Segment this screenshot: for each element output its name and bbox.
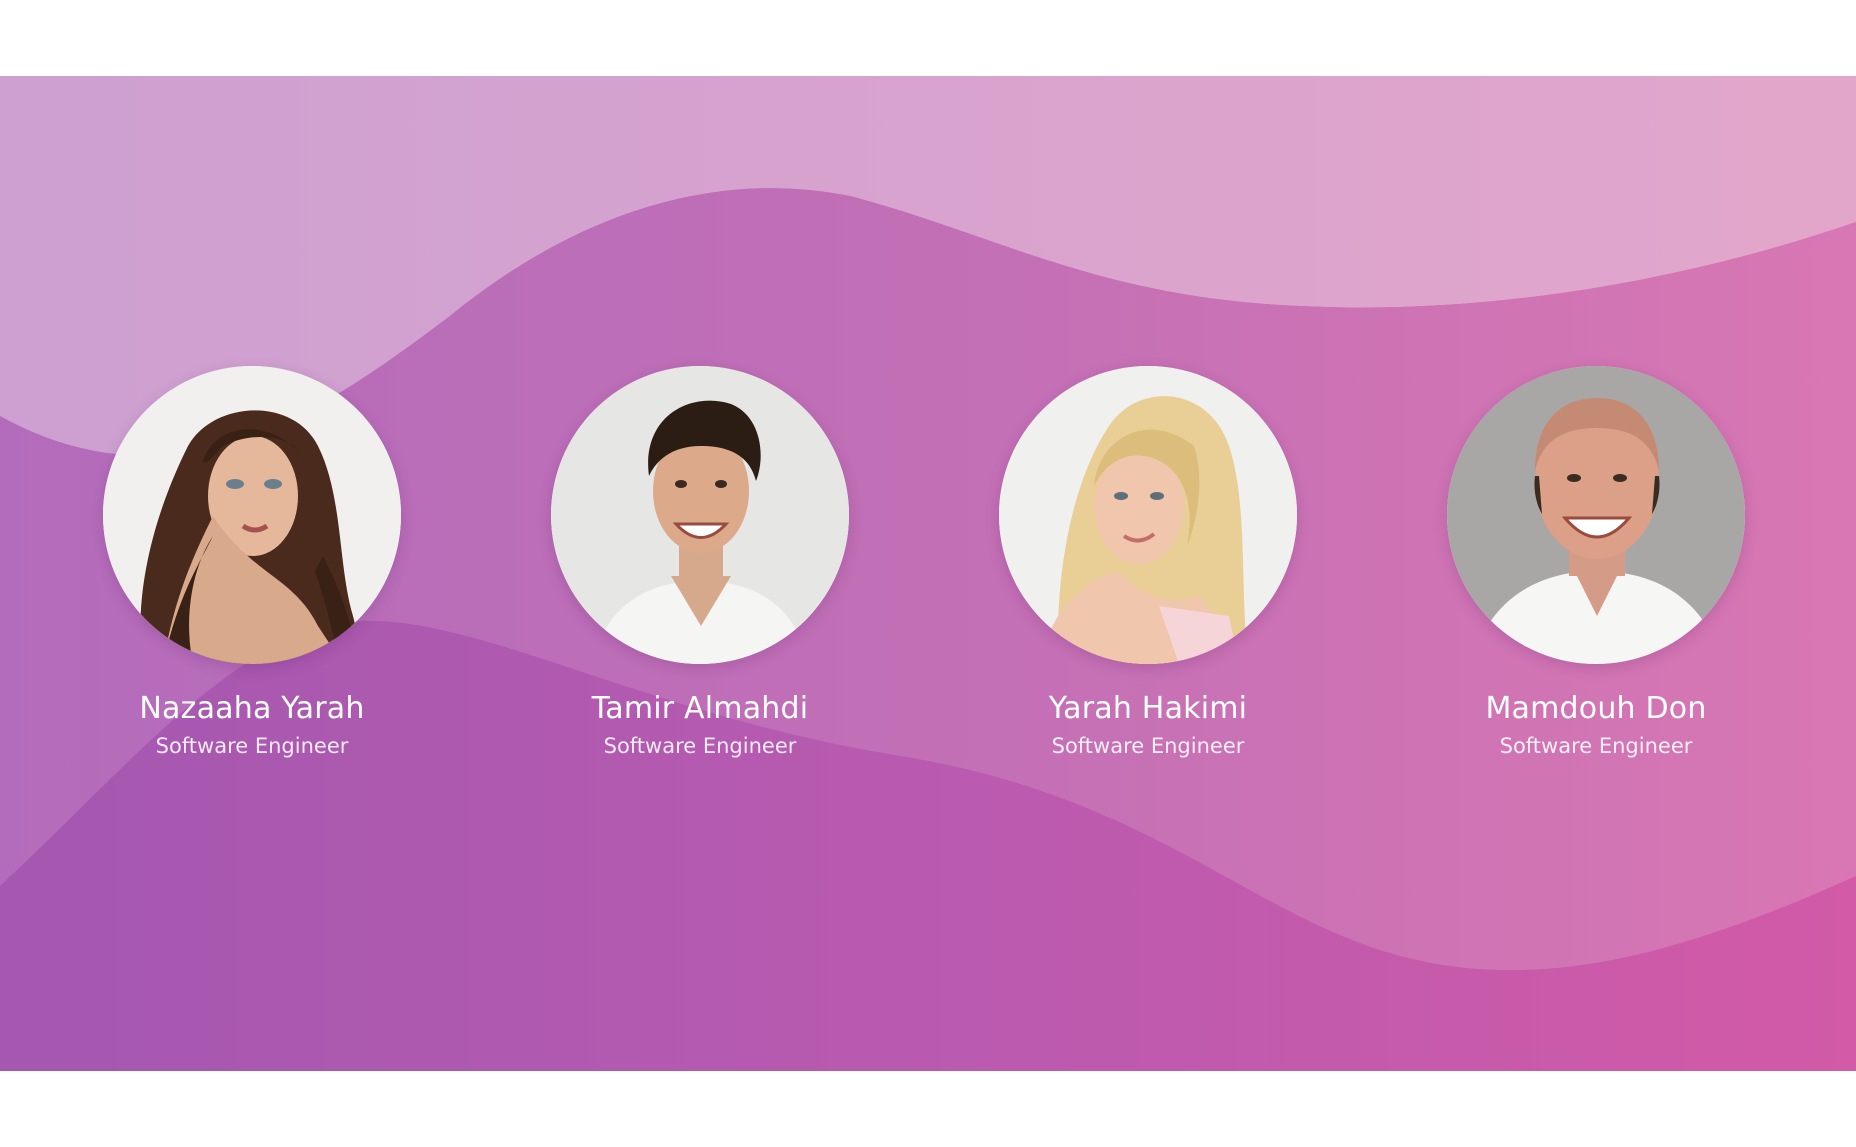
member-role: Software Engineer <box>603 734 797 758</box>
team-member-card: Tamir Almahdi Software Engineer <box>520 366 880 760</box>
man-smiling-portrait-icon <box>551 366 849 664</box>
woman-blonde-portrait-icon <box>999 366 1297 664</box>
member-role: Software Engineer <box>1051 734 1245 758</box>
man-bald-portrait-icon <box>1447 366 1745 664</box>
page: Nazaaha Yarah Software Engineer Tamir Al… <box>0 0 1856 1147</box>
team-member-photo <box>999 366 1297 664</box>
team-member-card: Mamdouh Don Software Engineer <box>1416 366 1776 760</box>
team-member-photo <box>1447 366 1745 664</box>
member-role: Software Engineer <box>155 734 349 758</box>
team-member-card: Yarah Hakimi Software Engineer <box>968 366 1328 760</box>
team-member-photo <box>551 366 849 664</box>
member-name: Mamdouh Don <box>1485 691 1707 726</box>
member-name: Yarah Hakimi <box>1048 691 1248 726</box>
member-name: Nazaaha Yarah <box>139 691 365 726</box>
member-name: Tamir Almahdi <box>591 691 809 726</box>
member-role: Software Engineer <box>1499 734 1693 758</box>
team-member-photo <box>103 366 401 664</box>
team-section: Nazaaha Yarah Software Engineer Tamir Al… <box>0 76 1856 1071</box>
team-member-card: Nazaaha Yarah Software Engineer <box>72 366 432 760</box>
woman-brunette-portrait-icon <box>103 366 401 664</box>
